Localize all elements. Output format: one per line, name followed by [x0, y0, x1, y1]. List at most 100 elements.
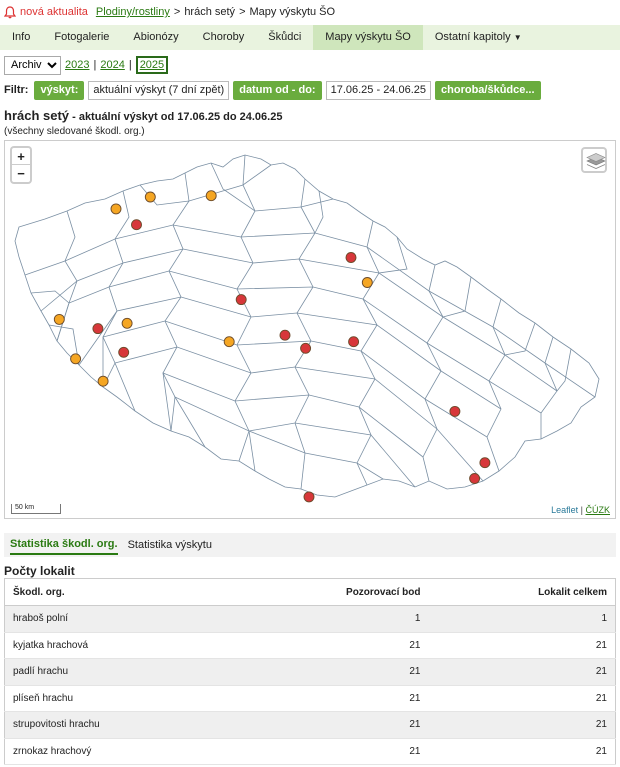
breadcrumb-crops-link[interactable]: Plodiny/rostliny [96, 6, 170, 18]
occurrence-filter-button[interactable]: výskyt: [34, 80, 85, 100]
breadcrumb-separator: > [239, 6, 246, 18]
zoom-in-button[interactable]: + [12, 148, 30, 165]
zoom-out-button[interactable]: − [12, 165, 30, 182]
map-marker-red[interactable] [449, 405, 461, 417]
locality-table: Škodl. org. Pozorovací bod Lokalit celke… [4, 578, 616, 765]
map-marker-orange[interactable] [53, 313, 65, 325]
nav-item-occurrence-maps[interactable]: Mapy výskytu ŠO [313, 25, 423, 50]
year-link-2023[interactable]: 2023 [65, 59, 89, 71]
year-link-2025[interactable]: 2025 [135, 56, 169, 74]
cell-observation-point: 21 [230, 738, 429, 765]
filter-bar: Filtr: výskyt: aktuální výskyt (7 dní zp… [4, 80, 541, 100]
year-separator: | [128, 59, 132, 71]
map-marker-red[interactable] [303, 491, 315, 503]
map-marker-red[interactable] [469, 473, 481, 484]
bell-icon [4, 5, 16, 18]
breadcrumb-current: Mapy výskytu ŠO [249, 6, 336, 18]
attribution-separator: | [580, 505, 583, 515]
map-marker-red[interactable] [479, 457, 491, 469]
occurrence-map[interactable]: + − 50 km Leaflet | ČÚZK [4, 140, 616, 519]
table-row: strupovitosti hrachu 21 21 [4, 711, 616, 739]
date-filter-button[interactable]: datum od - do: [233, 80, 322, 100]
district-line [356, 220, 380, 486]
nav-item-info[interactable]: Info [0, 25, 42, 50]
occurrence-filter-value[interactable]: aktuální výskyt (7 dní zpět) [88, 80, 230, 100]
markers-layer [53, 190, 491, 503]
table-row: kyjatka hrachová 21 21 [4, 632, 616, 659]
cell-observation-point: 21 [230, 658, 429, 686]
nav-item-other-label: Ostatní kapitoly [434, 31, 511, 43]
district-line [139, 164, 272, 206]
cell-total-localities: 21 [428, 658, 616, 686]
page-title: hrách setý - aktuální výskyt od 17.06.25… [4, 108, 282, 123]
map-marker-red[interactable] [300, 342, 312, 354]
district-line [114, 346, 484, 482]
news-alert-link[interactable]: nová aktualita [20, 6, 88, 18]
column-header-total-localities[interactable]: Lokalit celkem [428, 578, 616, 606]
archive-select[interactable]: Archiv [4, 55, 61, 75]
map-marker-red[interactable] [279, 329, 291, 341]
map-marker-orange[interactable] [97, 375, 109, 387]
crop-name: hrách setý [4, 108, 70, 123]
map-marker-red[interactable] [348, 336, 360, 348]
district-line [540, 336, 558, 439]
map-marker-orange[interactable] [70, 353, 82, 365]
cell-organism: padlí hrachu [4, 658, 231, 686]
nav-item-other-chapters[interactable]: Ostatní kapitoly ▼ [423, 25, 534, 50]
map-marker-red[interactable] [345, 252, 357, 263]
nav-item-abionoses[interactable]: Abionózy [121, 25, 190, 50]
disease-pest-filter-button[interactable]: choroba/škůdce... [435, 80, 541, 100]
map-marker-orange[interactable] [361, 277, 373, 288]
date-filter-value[interactable]: 17.06.25 - 24.06.25 [325, 80, 432, 100]
year-separator: | [93, 59, 97, 71]
page-note: (všechny sledované škodl. org.) [4, 126, 145, 137]
table-row: hraboš polní 1 1 [4, 605, 616, 633]
cell-total-localities: 21 [428, 632, 616, 659]
nav-item-photogallery[interactable]: Fotogalerie [42, 25, 121, 50]
column-header-organism[interactable]: Škodl. org. [4, 578, 231, 606]
cell-observation-point: 21 [230, 685, 429, 712]
nav-item-diseases[interactable]: Choroby [191, 25, 257, 50]
map-marker-orange[interactable] [121, 317, 133, 329]
map-marker-orange[interactable] [110, 203, 122, 215]
nav-item-pests[interactable]: Škůdci [256, 25, 313, 50]
main-nav: Info Fotogalerie Abionózy Choroby Škůdci… [0, 25, 620, 50]
cell-observation-point: 1 [230, 605, 429, 633]
map-scale: 50 km [11, 504, 61, 514]
breadcrumb-crop: hrách setý [184, 6, 236, 18]
cell-total-localities: 21 [428, 685, 616, 712]
district-line [314, 190, 324, 234]
cell-organism: hraboš polní [4, 605, 231, 633]
top-bar: nová aktualita Plodiny/rostliny > hrách … [0, 0, 620, 24]
map-marker-red[interactable] [92, 323, 104, 335]
table-header-row: Škodl. org. Pozorovací bod Lokalit celke… [4, 578, 616, 606]
map-marker-red[interactable] [131, 219, 142, 231]
map-marker-orange[interactable] [205, 190, 217, 202]
district-line [442, 276, 472, 318]
column-header-observation-point[interactable]: Pozorovací bod [230, 578, 429, 606]
cell-organism: kyjatka hrachová [4, 632, 231, 659]
map-marker-orange[interactable] [144, 191, 156, 203]
tab-stat-org[interactable]: Statistika škodl. org. [10, 535, 118, 555]
leaflet-link[interactable]: Leaflet [551, 505, 578, 515]
stats-tabs: Statistika škodl. org. Statistika výskyt… [4, 533, 616, 557]
map-canvas[interactable] [5, 141, 616, 519]
year-link-2024[interactable]: 2024 [100, 59, 124, 71]
cell-total-localities: 1 [428, 605, 616, 633]
district-line [173, 396, 416, 488]
district-line [504, 322, 536, 356]
district-line [234, 154, 256, 462]
tab-stat-occurrence[interactable]: Statistika výskytu [128, 536, 212, 554]
locality-count-title: Počty lokalit [4, 564, 75, 578]
district-line [556, 348, 572, 392]
map-marker-red[interactable] [118, 346, 130, 358]
table-row: plíseň hrachu 21 21 [4, 685, 616, 712]
layers-button[interactable] [581, 147, 607, 173]
map-marker-red[interactable] [235, 294, 247, 306]
cell-observation-point: 21 [230, 711, 429, 739]
cuzk-link[interactable]: ČÚZK [586, 505, 611, 515]
map-marker-orange[interactable] [223, 336, 235, 348]
filter-label: Filtr: [4, 84, 29, 96]
district-line [102, 190, 130, 388]
cell-total-localities: 21 [428, 738, 616, 765]
